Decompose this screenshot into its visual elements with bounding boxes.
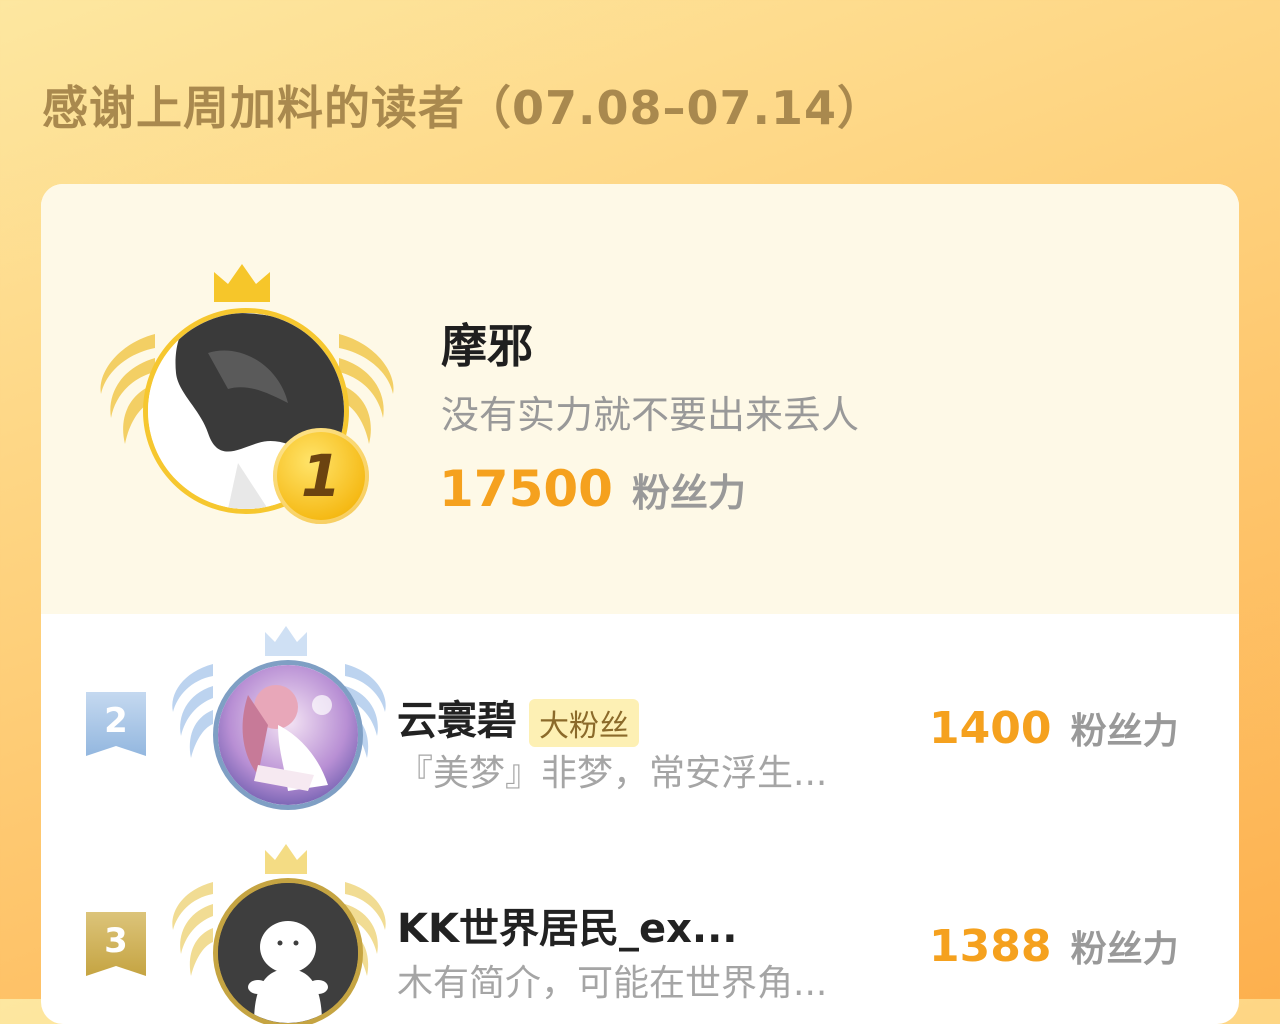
top-reader-bio: 没有实力就不要出来丢人: [441, 393, 860, 437]
score-unit: 粉丝力: [632, 471, 747, 515]
score-unit: 粉丝力: [1070, 711, 1179, 752]
reader-name[interactable]: 云寰碧 大粉丝: [397, 688, 639, 747]
list-item[interactable]: 3 KK世界居民_ex... 木有简介，可能在世界角... 1388 粉丝力: [41, 842, 1239, 1024]
crown-icon: [265, 626, 307, 656]
left-wing-icon: [172, 882, 213, 976]
left-wing-icon: [172, 664, 213, 758]
crown-icon: [265, 844, 307, 874]
reader-avatar-group[interactable]: [169, 842, 389, 1024]
fan-badge: 大粉丝: [529, 699, 639, 747]
top-reader-name[interactable]: 摩邪: [441, 310, 533, 376]
page-title: 感谢上周加料的读者（07.08–07.14）: [42, 81, 885, 135]
reader-score: 1400 粉丝力: [929, 702, 1179, 754]
reader-name[interactable]: KK世界居民_ex...: [397, 896, 738, 954]
list-item[interactable]: 2 云寰碧 大粉丝 『美梦』非梦，常安浮生... 1400 粉丝力: [41, 624, 1239, 842]
leaderboard-card: 1 摩邪 没有实力就不要出来丢人 17500 粉丝力 2 云寰碧 大粉丝 『美梦…: [41, 184, 1239, 1024]
reader-bio: 木有简介，可能在世界角...: [397, 963, 828, 1004]
score-unit: 粉丝力: [1070, 929, 1179, 970]
reader-avatar-group[interactable]: [169, 624, 389, 824]
reader-avatar[interactable]: [213, 660, 363, 810]
score-value: 1388: [929, 921, 1052, 972]
rank-3-flag: 3: [86, 912, 146, 976]
reader-score: 1388 粉丝力: [929, 920, 1179, 972]
score-value: 1400: [929, 703, 1052, 754]
rank-number: 3: [104, 921, 128, 961]
rank-2-flag: 2: [86, 692, 146, 756]
top-reader-avatar-group[interactable]: 1: [97, 262, 397, 532]
default-avatar-icon: [218, 883, 358, 1023]
top-reader-score: 17500 粉丝力: [439, 460, 746, 518]
reader-avatar[interactable]: [213, 878, 363, 1024]
score-value: 17500: [439, 460, 613, 518]
avatar-image: [218, 665, 358, 805]
rank-number: 2: [104, 701, 128, 741]
reader-name-text: 云寰碧: [397, 698, 517, 744]
crown-icon: [214, 264, 270, 302]
rank-1-medal: 1: [273, 428, 369, 524]
top-reader-section[interactable]: 1 摩邪 没有实力就不要出来丢人 17500 粉丝力: [41, 184, 1239, 614]
reader-bio: 『美梦』非梦，常安浮生...: [397, 753, 828, 794]
